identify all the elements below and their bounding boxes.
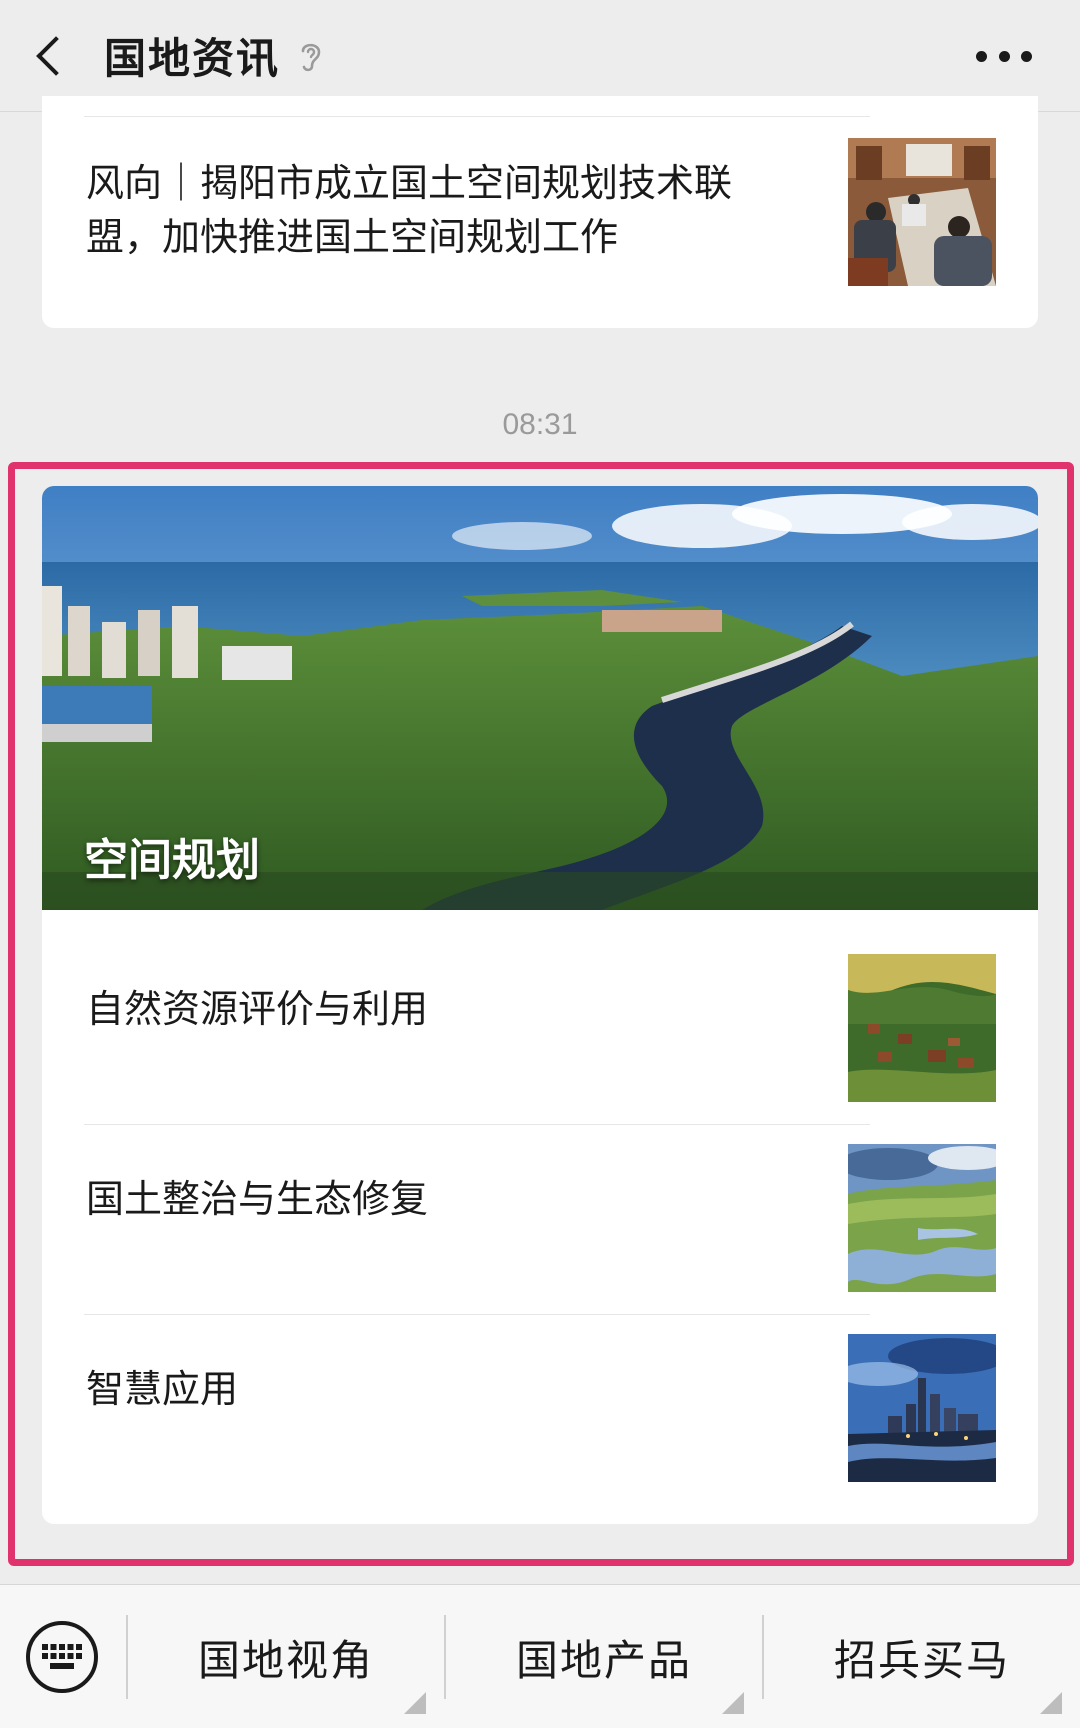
back-button[interactable]: [0, 0, 104, 112]
keyboard-icon: [42, 1644, 82, 1669]
article-item[interactable]: 国土整治与生态修复: [42, 1100, 1038, 1292]
article-title[interactable]: 智慧应用: [86, 1290, 766, 1480]
menu-button-perspective[interactable]: 国地视角: [128, 1585, 444, 1728]
meeting-thumbnail-image[interactable]: [848, 138, 996, 286]
submenu-indicator-icon: [722, 1692, 744, 1714]
menu-button-recruitment[interactable]: 招兵买马: [764, 1585, 1080, 1728]
river-grassland-thumbnail-image[interactable]: [848, 1144, 996, 1292]
article-item[interactable]: 智慧应用: [42, 1290, 1038, 1482]
menu-button-products[interactable]: 国地产品: [446, 1585, 762, 1728]
chat-screen: 国地资讯 风向｜揭阳市成立国土空间规划技术联盟，加快推进国土空间规划工作 08:…: [0, 0, 1080, 1728]
submenu-indicator-icon: [404, 1692, 426, 1714]
message-timestamp: 08:31: [502, 408, 578, 441]
more-options-button[interactable]: [968, 28, 1040, 84]
city-skyline-thumbnail-image[interactable]: [848, 1334, 996, 1482]
ear-icon: [298, 36, 326, 76]
menu-button-label: 招兵买马: [833, 1635, 1010, 1685]
submenu-indicator-icon: [1040, 1692, 1062, 1714]
hero-article[interactable]: 空间规划: [42, 486, 1038, 910]
chat-title: 国地资讯: [104, 34, 281, 83]
hero-title[interactable]: 空间规划: [84, 824, 260, 888]
divider: [84, 116, 870, 117]
menu-button-label: 国地视角: [197, 1635, 374, 1685]
article-title[interactable]: 国土整治与生态修复: [86, 1100, 766, 1290]
previous-article-card[interactable]: 风向｜揭阳市成立国土空间规划技术联盟，加快推进国土空间规划工作: [42, 96, 1038, 328]
article-bundle-card: 空间规划 自然资源评价与利用 国土整治与生态修复 智慧应用: [42, 486, 1038, 1524]
more-dots-icon: [976, 50, 987, 62]
mountain-village-thumbnail-image[interactable]: [848, 954, 996, 1102]
bottom-menu-bar: 国地视角 国地产品 招兵买马: [0, 1584, 1080, 1728]
chevron-left-icon: [36, 35, 76, 76]
previous-article-title[interactable]: 风向｜揭阳市成立国土空间规划技术联盟，加快推进国土空间规划工作: [86, 156, 786, 264]
article-item[interactable]: 自然资源评价与利用: [42, 910, 1038, 1102]
keyboard-toggle-button[interactable]: [26, 1621, 98, 1693]
menu-button-label: 国地产品: [515, 1635, 692, 1685]
article-title[interactable]: 自然资源评价与利用: [86, 910, 766, 1100]
